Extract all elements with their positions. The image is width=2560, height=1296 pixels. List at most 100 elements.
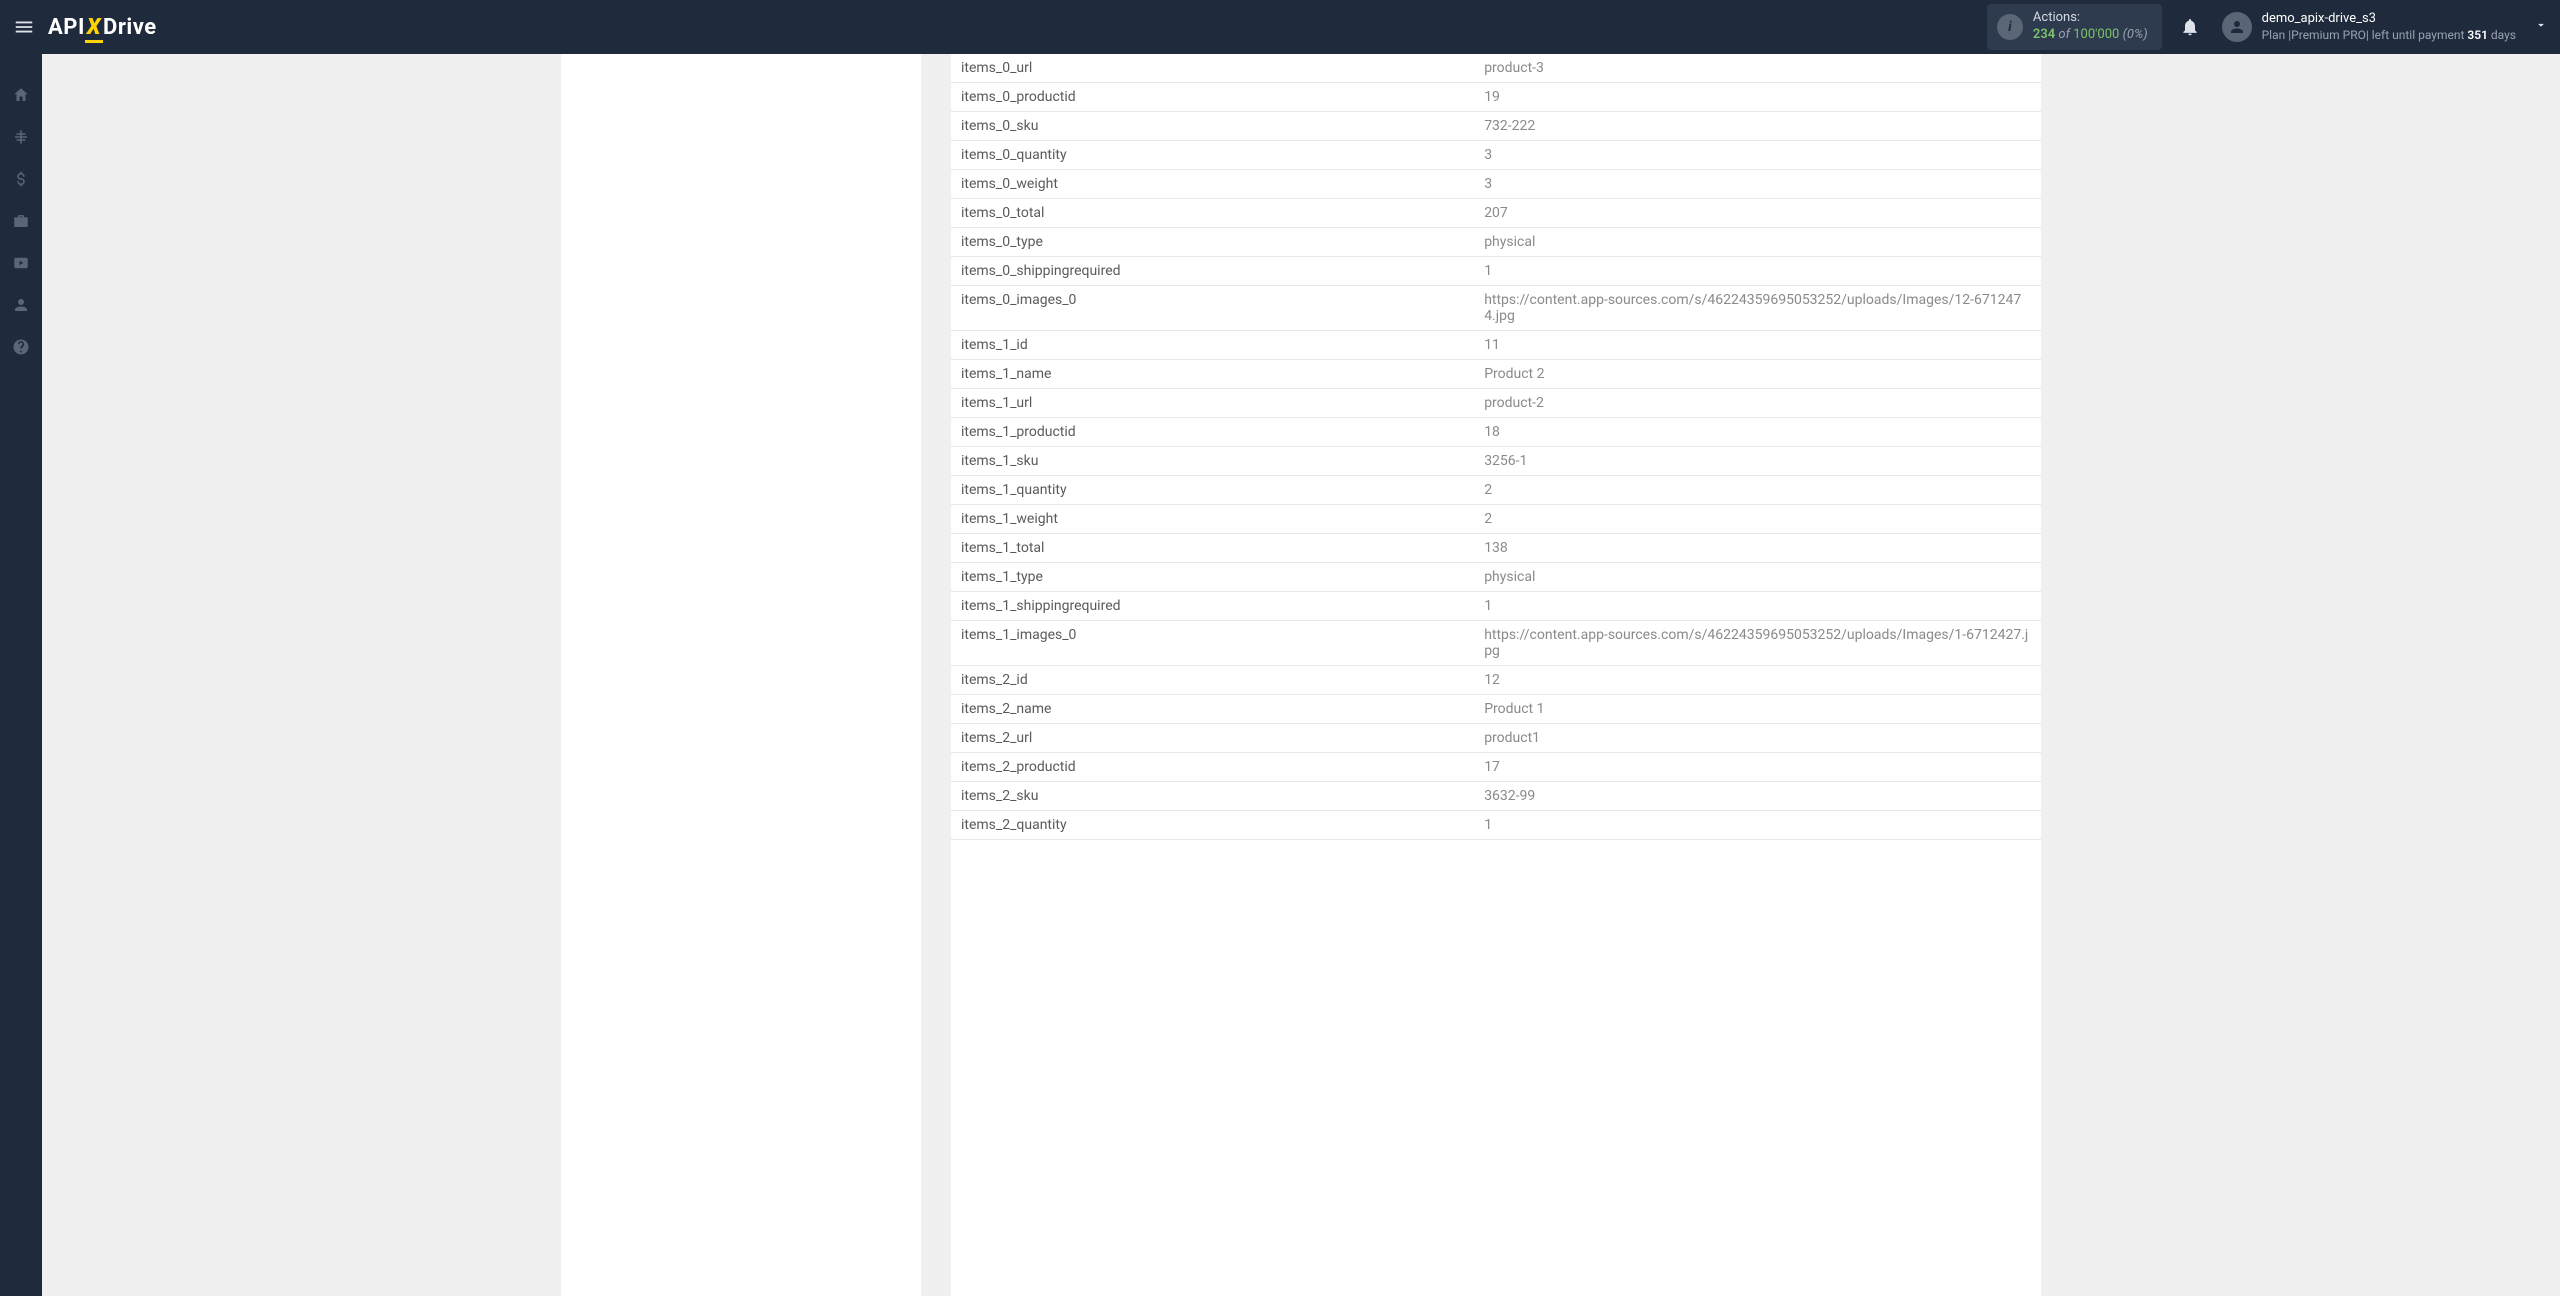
- field-key: items_0_quantity: [951, 141, 1474, 170]
- field-key: items_1_weight: [951, 505, 1474, 534]
- field-value: product-3: [1474, 54, 2041, 83]
- actions-pct: (0%): [2123, 27, 2148, 42]
- table-row: items_0_quantity3: [951, 141, 2041, 170]
- field-key: items_0_sku: [951, 112, 1474, 141]
- dollar-icon: [12, 170, 30, 188]
- table-row: items_1_sku3256-1: [951, 447, 2041, 476]
- field-key: items_0_total: [951, 199, 1474, 228]
- field-key: items_1_images_0: [951, 621, 1474, 666]
- field-value: https://content.app-sources.com/s/462243…: [1474, 621, 2041, 666]
- chevron-down-icon: [2534, 18, 2548, 32]
- field-key: items_1_url: [951, 389, 1474, 418]
- table-row: items_1_productid18: [951, 418, 2041, 447]
- field-value: physical: [1474, 228, 2041, 257]
- sidebar-item-video[interactable]: [0, 242, 42, 284]
- diagram-icon: [12, 128, 30, 146]
- user-icon: [12, 296, 30, 314]
- field-value: 3: [1474, 141, 2041, 170]
- notifications-button[interactable]: [2180, 17, 2200, 37]
- menu-button[interactable]: [12, 15, 36, 39]
- field-value: 1: [1474, 257, 2041, 286]
- field-key: items_2_sku: [951, 782, 1474, 811]
- table-row: items_0_typephysical: [951, 228, 2041, 257]
- table-row: items_2_urlproduct1: [951, 724, 2041, 753]
- user-menu[interactable]: demo_apix-drive_s3 Plan |Premium PRO| le…: [2222, 11, 2548, 43]
- user-menu-toggle[interactable]: [2534, 18, 2548, 36]
- field-key: items_2_url: [951, 724, 1474, 753]
- field-key: items_2_quantity: [951, 811, 1474, 840]
- field-key: items_0_url: [951, 54, 1474, 83]
- table-row: items_1_nameProduct 2: [951, 360, 2041, 389]
- logo-drive: Drive: [103, 15, 157, 40]
- info-icon: i: [1997, 14, 2023, 40]
- user-name: demo_apix-drive_s3: [2262, 11, 2516, 28]
- field-value: 11: [1474, 331, 2041, 360]
- table-row: items_1_typephysical: [951, 563, 2041, 592]
- actions-label: Actions:: [2033, 10, 2148, 27]
- table-row: items_1_quantity2: [951, 476, 2041, 505]
- actions-total: 100'000: [2073, 27, 2119, 42]
- user-plan: Plan |Premium PRO| left until payment 35…: [2262, 28, 2516, 44]
- field-key: items_1_id: [951, 331, 1474, 360]
- table-row: items_0_sku732-222: [951, 112, 2041, 141]
- table-row: items_2_nameProduct 1: [951, 695, 2041, 724]
- actions-text: Actions: 234 of 100'000 (0%): [2033, 10, 2148, 44]
- sidebar-item-billing[interactable]: [0, 158, 42, 200]
- help-icon: [12, 338, 30, 356]
- main-content: items_0_urlproduct-3items_0_productid19i…: [42, 54, 2560, 1296]
- table-row: items_1_images_0https://content.app-sour…: [951, 621, 2041, 666]
- field-key: items_1_productid: [951, 418, 1474, 447]
- field-key: items_0_productid: [951, 83, 1474, 112]
- field-key: items_1_shippingrequired: [951, 592, 1474, 621]
- logo-api: API: [48, 15, 85, 40]
- field-value: 19: [1474, 83, 2041, 112]
- table-row: items_2_quantity1: [951, 811, 2041, 840]
- table-row: items_1_id11: [951, 331, 2041, 360]
- table-row: items_1_urlproduct-2: [951, 389, 2041, 418]
- table-row: items_1_shippingrequired1: [951, 592, 2041, 621]
- bell-icon: [2180, 17, 2200, 37]
- youtube-icon: [12, 254, 30, 272]
- data-table: items_0_urlproduct-3items_0_productid19i…: [951, 54, 2041, 840]
- field-key: items_1_quantity: [951, 476, 1474, 505]
- table-row: items_0_productid19: [951, 83, 2041, 112]
- left-panel: [561, 54, 921, 1296]
- field-value: 1: [1474, 592, 2041, 621]
- field-value: 17: [1474, 753, 2041, 782]
- home-icon: [12, 86, 30, 104]
- table-row: items_1_total138: [951, 534, 2041, 563]
- field-value: 12: [1474, 666, 2041, 695]
- field-value: 3256-1: [1474, 447, 2041, 476]
- field-value: 3: [1474, 170, 2041, 199]
- table-row: items_2_id12: [951, 666, 2041, 695]
- field-value: product-2: [1474, 389, 2041, 418]
- actions-count: 234: [2033, 27, 2055, 42]
- table-row: items_0_weight3: [951, 170, 2041, 199]
- field-value: 18: [1474, 418, 2041, 447]
- sidebar-item-account[interactable]: [0, 284, 42, 326]
- field-value: 207: [1474, 199, 2041, 228]
- table-row: items_0_urlproduct-3: [951, 54, 2041, 83]
- field-key: items_1_name: [951, 360, 1474, 389]
- field-value: https://content.app-sources.com/s/462243…: [1474, 286, 2041, 331]
- sidebar-item-briefcase[interactable]: [0, 200, 42, 242]
- briefcase-icon: [12, 212, 30, 230]
- sidebar-item-home[interactable]: [0, 74, 42, 116]
- logo-x: X: [87, 15, 101, 40]
- actions-of: of: [2058, 27, 2070, 42]
- field-key: items_0_weight: [951, 170, 1474, 199]
- field-value: product1: [1474, 724, 2041, 753]
- user-avatar-icon: [2222, 12, 2252, 42]
- table-row: items_0_images_0https://content.app-sour…: [951, 286, 2041, 331]
- field-key: items_0_shippingrequired: [951, 257, 1474, 286]
- field-key: items_1_type: [951, 563, 1474, 592]
- logo[interactable]: APIXDrive: [48, 15, 157, 40]
- user-text: demo_apix-drive_s3 Plan |Premium PRO| le…: [2262, 11, 2516, 43]
- field-key: items_0_type: [951, 228, 1474, 257]
- sidebar-item-connections[interactable]: [0, 116, 42, 158]
- field-value: 2: [1474, 505, 2041, 534]
- field-value: 1: [1474, 811, 2041, 840]
- actions-box[interactable]: i Actions: 234 of 100'000 (0%): [1987, 4, 2162, 50]
- sidebar-item-help[interactable]: [0, 326, 42, 368]
- field-value: 732-222: [1474, 112, 2041, 141]
